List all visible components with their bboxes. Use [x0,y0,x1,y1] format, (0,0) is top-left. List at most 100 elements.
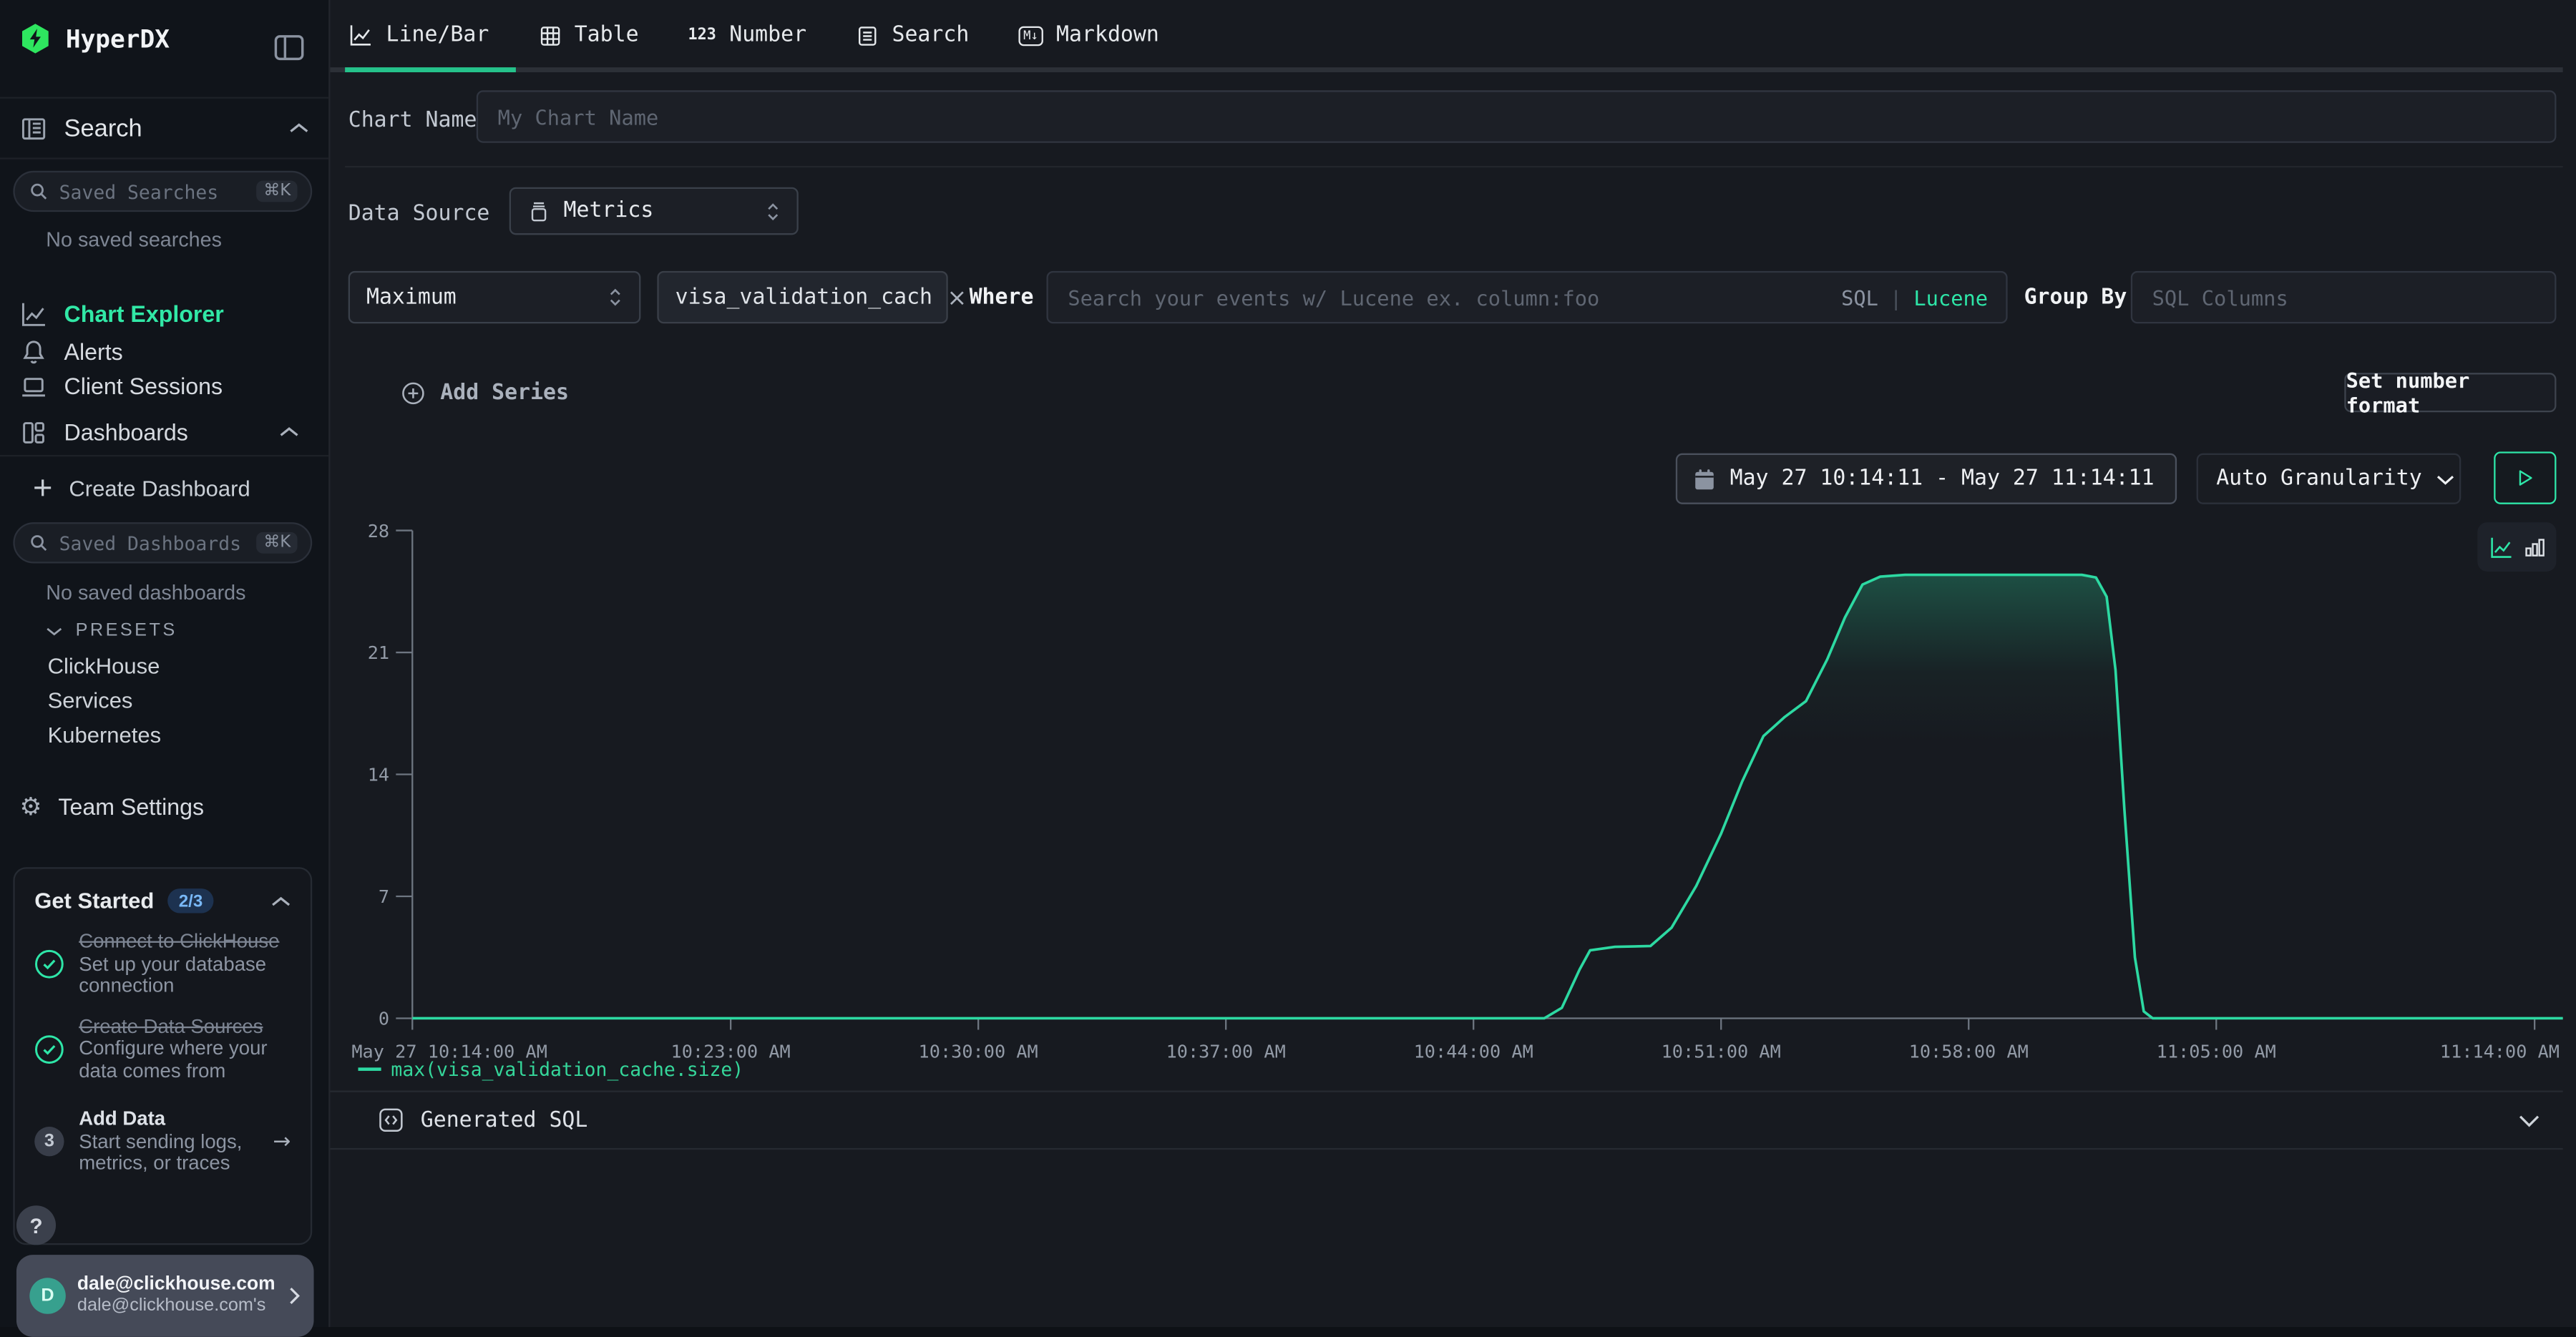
svg-text:11:05:00 AM: 11:05:00 AM [2157,1042,2276,1062]
chevron-up-icon [289,122,309,134]
check-circle-icon [34,1034,64,1064]
granularity-select[interactable]: Auto Granularity [2197,454,2462,504]
check-circle-icon [34,950,64,979]
date-range-value: May 27 10:14:11 - May 27 11:14:11 [1730,466,2155,491]
app-window: HyperDX Search Saved Searches ⌘K No save… [0,0,2576,1328]
step-number-badge: 3 [34,1127,64,1157]
lucene-language-option[interactable]: Lucene [1913,285,1988,309]
database-icon [527,200,550,222]
group-by-label: Group By [2024,283,2127,312]
help-button[interactable]: ? [16,1205,56,1245]
svg-text:28: 28 [368,521,389,542]
main-content: Line/Bar Table 123 Number Search [328,0,2576,1328]
generated-sql-toggle[interactable]: Generated SQL [328,1090,2562,1150]
tab-line-bar[interactable]: Line/Bar [348,23,489,47]
user-subtext: dale@clickhouse.com's [77,1296,275,1317]
svg-text:21: 21 [368,642,389,663]
sidebar-item-alerts[interactable]: Alerts [20,337,123,366]
sidebar-collapse-icon[interactable] [273,31,306,64]
step-title: Add Data [79,1109,258,1131]
select-chevrons-icon [766,200,781,222]
user-email: dale@clickhouse.com [77,1275,275,1296]
search-section-icon [20,114,48,142]
search-icon [28,181,49,202]
saved-dashboards-placeholder: Saved Dashboards [59,532,248,554]
preset-kubernetes[interactable]: Kubernetes [48,723,162,747]
svg-text:10:51:00 AM: 10:51:00 AM [1662,1042,1781,1062]
avatar: D [29,1278,66,1314]
plus-circle-icon [401,381,425,405]
metric-tag[interactable]: visa_validation_cach [657,271,947,323]
gear-icon: ⚙ [20,793,42,820]
chevron-right-icon [288,1286,301,1306]
chevron-down-icon [2519,1112,2540,1127]
data-source-label: Data Source [348,199,490,228]
aggregation-select[interactable]: Maximum [348,271,641,323]
presets-toggle[interactable]: PRESETS [46,621,177,641]
granularity-value: Auto Granularity [2216,466,2422,491]
chart-legend[interactable]: max(visa_validation_cache.size) [358,1058,744,1081]
sidebar: HyperDX Search Saved Searches ⌘K No save… [0,0,330,1328]
search-doc-icon [856,24,879,46]
tab-underline-track [328,67,2562,72]
preset-services[interactable]: Services [48,688,133,712]
sidebar-item-chart-explorer[interactable]: Chart Explorer [20,299,224,328]
code-icon [378,1107,404,1133]
run-query-button[interactable] [2494,451,2556,504]
play-icon [2515,468,2535,488]
chevron-down-icon [2436,472,2454,485]
sidebar-item-dashboards[interactable]: Dashboards [20,417,188,446]
no-saved-searches-note: No saved searches [46,228,222,251]
step-desc: Configure where your data comes from [79,1038,289,1082]
svg-text:0: 0 [379,1009,389,1029]
data-source-select[interactable]: Metrics [509,187,799,235]
get-started-header[interactable]: Get Started 2/3 [34,888,291,913]
tab-number[interactable]: 123 Number [688,23,806,47]
tab-search[interactable]: Search [856,23,969,47]
preset-clickhouse[interactable]: ClickHouse [48,654,160,678]
create-dashboard-button[interactable]: Create Dashboard [33,473,250,502]
language-separator: | [1890,285,1902,309]
number-123-icon: 123 [688,26,716,44]
line-chart[interactable]: 07142128May 27 10:14:00 AM10:23:00 AM10:… [328,516,2576,1067]
svg-text:10:44:00 AM: 10:44:00 AM [1414,1042,1533,1062]
date-range-picker[interactable]: May 27 10:14:11 - May 27 11:14:11 [1676,454,2177,504]
search-section-label: Search [64,114,142,142]
svg-text:7: 7 [379,886,389,907]
arrow-right-icon: → [273,1130,291,1154]
set-number-format-button[interactable]: Set number format [2344,373,2556,412]
chart-name-input[interactable] [477,90,2557,142]
tab-markdown[interactable]: M↓ Markdown [1018,23,1159,47]
get-started-step-add-data[interactable]: 3 Add Data Start sending logs, metrics, … [34,1109,291,1175]
line-chart-icon [348,23,373,47]
calendar-icon [1694,467,1715,490]
user-menu[interactable]: D dale@clickhouse.com dale@clickhouse.co… [16,1255,314,1337]
legend-line-swatch [358,1067,381,1071]
get-started-card: Get Started 2/3 Connect to ClickHouse Se… [13,867,312,1245]
group-by-input[interactable] [2131,271,2557,323]
sidebar-item-team-settings[interactable]: ⚙ Team Settings [20,792,205,821]
app-logo[interactable]: HyperDX [20,23,170,54]
get-started-step-connect[interactable]: Connect to ClickHouse Set up your databa… [34,931,291,998]
step-desc: Start sending logs, metrics, or traces [79,1131,258,1175]
saved-searches-input[interactable]: Saved Searches ⌘K [13,171,312,212]
bell-icon [20,338,48,366]
chart-line-icon [20,300,48,328]
svg-text:10:30:00 AM: 10:30:00 AM [919,1042,1038,1062]
sidebar-divider [0,455,328,456]
search-section-header[interactable]: Search [0,97,328,159]
close-icon[interactable] [947,288,965,306]
chevron-down-icon [46,625,62,637]
saved-dashboards-input[interactable]: Saved Dashboards ⌘K [13,522,312,563]
get-started-step-sources[interactable]: Create Data Sources Configure where your… [34,1016,291,1082]
sidebar-item-client-sessions[interactable]: Client Sessions [20,371,223,401]
select-chevrons-icon [608,285,623,308]
saved-searches-placeholder: Saved Searches [59,180,248,202]
table-icon [538,24,561,46]
step-title: Create Data Sources [79,1016,289,1038]
tab-table[interactable]: Table [538,23,638,47]
add-series-button[interactable]: Add Series [401,373,569,412]
cmd-k-shortcut: ⌘K [257,532,297,554]
sql-language-option[interactable]: SQL [1841,285,1878,309]
get-started-title: Get Started [34,888,154,913]
